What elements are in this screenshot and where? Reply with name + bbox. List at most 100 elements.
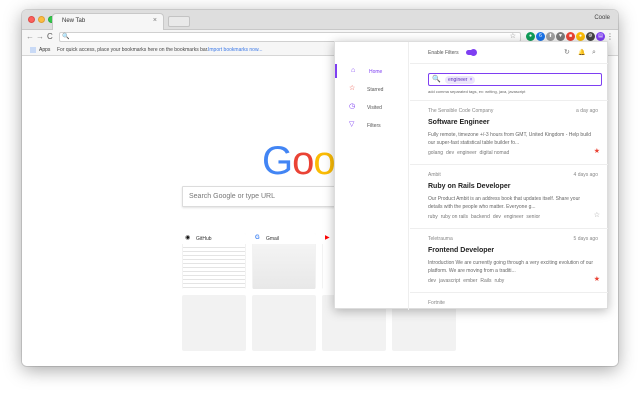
job-tags: dev javascript ember Rails ruby: [428, 278, 507, 284]
search-icon: 🔍: [432, 76, 441, 83]
star-icon: ☆: [349, 85, 356, 92]
extension-sidebar: ⌂ Home ☆ Starred ◷ Visited ▽ Filters: [335, 42, 409, 310]
most-visited-tile: [252, 295, 316, 351]
job-tag[interactable]: engineer: [457, 150, 476, 156]
logo-letter: G: [262, 139, 293, 183]
bookmark-star-icon[interactable]: ☆: [510, 33, 516, 41]
tile-thumbnail: [253, 244, 315, 289]
most-visited-tile[interactable]: G Gmail: [252, 233, 316, 289]
job-description: Our Product Ambit is an address book tha…: [428, 196, 581, 210]
job-age: 4 days ago: [573, 172, 598, 178]
sidebar-item-label: Visited: [367, 105, 382, 111]
purple-extension-icon[interactable]: ▤: [596, 32, 605, 41]
job-tag[interactable]: dev: [428, 278, 436, 284]
job-title[interactable]: Ruby on Rails Developer: [428, 183, 510, 190]
job-company: Ambit: [428, 172, 441, 178]
star-icon[interactable]: ★: [594, 148, 600, 155]
gray-extension-icon[interactable]: ⬆: [546, 32, 555, 41]
tile-thumbnail: [183, 244, 245, 289]
job-description: Fully remote, timezone +/-3 hours from G…: [428, 132, 591, 146]
job-company: Teletrauma: [428, 236, 453, 242]
reload-button[interactable]: C: [47, 31, 53, 43]
job-tag[interactable]: engineer: [504, 214, 523, 220]
dark-extension-icon[interactable]: ⚙: [586, 32, 595, 41]
enable-filters-toggle[interactable]: [466, 49, 477, 56]
tab-close-icon[interactable]: ×: [153, 17, 157, 24]
red-extension-icon[interactable]: ■: [566, 32, 575, 41]
extension-main: Enable Filters ↻ 🔔 ⌕ 🔍 engineer × add com…: [410, 42, 608, 310]
job-card[interactable]: The Sensible Code Company a day ago Softwa…: [410, 100, 608, 164]
job-card[interactable]: Fortnite: [410, 292, 608, 310]
job-tag[interactable]: dev: [493, 214, 501, 220]
minimize-window-button[interactable]: [38, 16, 45, 23]
multicolor-extension-icon[interactable]: ●: [576, 32, 585, 41]
forward-button[interactable]: →: [36, 31, 44, 43]
site-icon: ▶: [325, 235, 330, 241]
tile-label: GitHub: [196, 236, 212, 242]
star-icon[interactable]: ☆: [594, 212, 600, 219]
job-age: 5 days ago: [573, 236, 598, 242]
tag-hint: add comma separated tags, ex: writing, j…: [428, 89, 526, 94]
search-icon[interactable]: ⌕: [592, 49, 596, 57]
sidebar-item-starred[interactable]: ☆ Starred: [335, 82, 409, 96]
blue-extension-icon[interactable]: 6: [536, 32, 545, 41]
job-tag[interactable]: digital nomad: [480, 150, 510, 156]
tab-title: New Tab: [62, 18, 86, 24]
site-icon: ◉: [185, 235, 191, 241]
tag-chip[interactable]: engineer ×: [445, 76, 476, 84]
job-tags: ruby ruby on rails backend dev engineer senio…: [428, 214, 543, 220]
job-tags: golang dev engineer digital nomad: [428, 150, 512, 156]
star-icon[interactable]: ★: [594, 276, 600, 283]
sidebar-item-label: Home: [369, 69, 383, 75]
logo-letter: o: [313, 139, 335, 183]
job-title[interactable]: Frontend Developer: [428, 247, 494, 254]
tile-header: G Gmail: [252, 233, 316, 244]
bell-icon[interactable]: 🔔: [578, 49, 585, 57]
job-card[interactable]: Ambit 4 days ago Ruby on Rails Developer Ou…: [410, 164, 608, 228]
sidebar-item-filters[interactable]: ▽ Filters: [335, 118, 409, 132]
job-tag[interactable]: senior: [526, 214, 540, 220]
job-description: Introduction We are currently going thro…: [428, 260, 593, 274]
sidebar-item-visited[interactable]: ◷ Visited: [335, 100, 409, 114]
site-icon: G: [255, 235, 260, 241]
profile-name[interactable]: Coole: [594, 15, 610, 21]
green-extension-icon[interactable]: ●: [526, 32, 535, 41]
new-tab-button[interactable]: [168, 16, 190, 27]
refresh-icon[interactable]: ↻: [564, 49, 570, 57]
back-button[interactable]: ←: [26, 31, 34, 43]
funnel-extension-icon[interactable]: ▼: [556, 32, 565, 41]
import-bookmarks-link[interactable]: Import bookmarks now...: [208, 47, 262, 53]
tab-new-tab[interactable]: New Tab ×: [52, 13, 164, 30]
job-tag[interactable]: ruby: [495, 278, 505, 284]
tag-chip-label: engineer: [448, 77, 468, 83]
job-tag[interactable]: ember: [463, 278, 477, 284]
close-window-button[interactable]: [28, 16, 35, 23]
most-visited-tile: [182, 295, 246, 351]
tile-header: ◉ GitHub: [182, 233, 246, 244]
enable-filters-label: Enable Filters: [428, 50, 459, 56]
job-tag[interactable]: backend: [471, 214, 490, 220]
search-icon: 🔍: [62, 34, 70, 40]
job-company: Fortnite: [428, 300, 445, 306]
job-tag[interactable]: ruby on rails: [441, 214, 468, 220]
apps-grid-icon[interactable]: [30, 47, 36, 53]
job-tag[interactable]: dev: [446, 150, 454, 156]
sidebar-item-label: Starred: [367, 87, 384, 93]
job-tag[interactable]: golang: [428, 150, 443, 156]
extension-popup: ⌂ Home ☆ Starred ◷ Visited ▽ Filters Enable Fil…: [334, 41, 608, 310]
home-icon: ⌂: [351, 67, 356, 74]
tag-search-input[interactable]: 🔍 engineer ×: [428, 73, 602, 86]
job-tag[interactable]: javascript: [439, 278, 460, 284]
sidebar-item-home[interactable]: ⌂ Home: [335, 64, 409, 78]
clock-icon: ◷: [349, 103, 356, 110]
job-card[interactable]: Teletrauma 5 days ago Frontend Developer In…: [410, 228, 608, 292]
job-title[interactable]: Software Engineer: [428, 119, 489, 126]
most-visited-tile[interactable]: ◉ GitHub: [182, 233, 246, 289]
bookmarks-hint: For quick access, place your bookmarks h…: [57, 47, 209, 53]
close-icon[interactable]: ×: [469, 77, 472, 83]
sidebar-item-label: Filters: [367, 123, 381, 129]
apps-link[interactable]: Apps: [39, 47, 50, 53]
job-tag[interactable]: ruby: [428, 214, 438, 220]
job-tag[interactable]: Rails: [480, 278, 491, 284]
tile-label: Gmail: [266, 236, 280, 242]
